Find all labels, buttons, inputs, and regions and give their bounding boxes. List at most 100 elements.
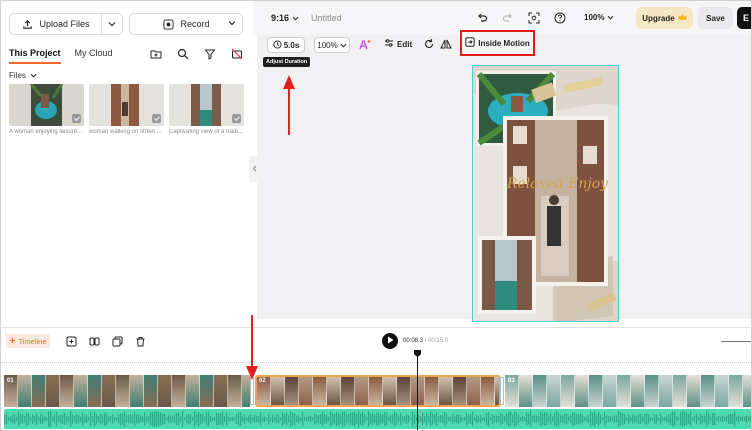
waveform-bar xyxy=(94,411,96,427)
clip-frame xyxy=(32,375,46,407)
record-button[interactable]: Record xyxy=(129,13,243,35)
waveform-bar xyxy=(666,415,668,423)
waveform-bar xyxy=(390,415,392,423)
trash-icon[interactable] xyxy=(134,335,147,348)
help-icon[interactable] xyxy=(553,11,566,24)
screen-capture-icon[interactable] xyxy=(527,11,540,24)
audio-track[interactable] xyxy=(4,409,751,429)
project-title[interactable]: Untitled xyxy=(311,13,342,23)
waveform-bar xyxy=(610,415,612,423)
waveform-bar xyxy=(336,411,338,427)
waveform-bar xyxy=(462,417,464,421)
tab-my-cloud[interactable]: My Cloud xyxy=(75,48,113,64)
transition-handle[interactable] xyxy=(250,377,254,405)
video-preview[interactable]: Relaxed Enjoy xyxy=(472,65,619,322)
waveform-bar xyxy=(486,412,488,426)
checkbox-icon[interactable] xyxy=(152,114,161,123)
upload-files-button[interactable]: Upload Files xyxy=(9,13,123,35)
waveform-bar xyxy=(724,417,726,421)
waveform-bar xyxy=(158,411,160,427)
play-button[interactable] xyxy=(382,333,398,349)
split-icon[interactable] xyxy=(88,335,101,348)
waveform-bar xyxy=(26,412,28,426)
media-thumbnail[interactable] xyxy=(89,84,164,126)
search-icon[interactable] xyxy=(176,47,189,60)
waveform-bar xyxy=(78,415,80,423)
aspect-ratio-selector[interactable]: 9:16 xyxy=(271,13,299,23)
export-button[interactable]: E xyxy=(737,7,751,29)
clip-frame xyxy=(589,375,603,407)
add-clip-icon[interactable] xyxy=(65,335,78,348)
duplicate-icon[interactable] xyxy=(111,335,124,348)
waveform-bar xyxy=(364,414,366,424)
inside-motion-button[interactable]: Inside Motion xyxy=(460,30,535,56)
checkbox-icon[interactable] xyxy=(72,114,81,123)
checkbox-icon[interactable] xyxy=(232,114,241,123)
waveform-bar xyxy=(38,416,40,422)
current-time: 00:08.3 xyxy=(403,338,424,344)
ai-tools-icon[interactable] xyxy=(358,38,372,52)
timeline-clip[interactable] xyxy=(4,375,250,407)
waveform-bar xyxy=(60,414,62,424)
waveform-bar xyxy=(16,416,18,422)
waveform-bar xyxy=(414,414,416,424)
waveform-bar xyxy=(524,416,526,422)
clip-frame xyxy=(327,377,341,405)
redo-icon[interactable] xyxy=(501,11,514,24)
media-thumbnail[interactable] xyxy=(169,84,244,126)
save-button[interactable]: Save xyxy=(698,7,733,29)
waveform-bar xyxy=(268,413,270,425)
upload-dropdown-toggle[interactable] xyxy=(102,14,122,34)
waveform-bar xyxy=(140,415,142,423)
waveform-bar xyxy=(494,415,496,423)
waveform-bar xyxy=(464,417,466,421)
waveform-bar xyxy=(596,414,598,424)
upgrade-button[interactable]: Upgrade xyxy=(636,7,693,29)
waveform-bar xyxy=(234,417,236,421)
clip-frame xyxy=(603,375,617,407)
waveform-bar xyxy=(304,416,306,422)
waveform-bar xyxy=(556,411,558,427)
transition-handle[interactable] xyxy=(500,377,504,405)
waveform-bar xyxy=(380,414,382,424)
filter-icon[interactable] xyxy=(203,47,216,60)
hide-unused-icon[interactable] xyxy=(230,47,243,60)
waveform-bar xyxy=(388,417,390,421)
collage-preview-image xyxy=(473,66,618,321)
waveform-bar xyxy=(210,415,212,423)
waveform-bar xyxy=(546,412,548,426)
flip-icon[interactable] xyxy=(440,38,452,53)
clock-icon xyxy=(273,39,282,51)
timeline-ruler[interactable] xyxy=(1,353,751,363)
rotate-icon[interactable] xyxy=(424,38,435,53)
waveform-bar xyxy=(664,416,666,422)
waveform-bar xyxy=(508,411,510,427)
timeline-zoom-slider[interactable] xyxy=(721,341,751,342)
files-section-header[interactable]: Files xyxy=(9,71,37,80)
waveform-bar xyxy=(482,417,484,421)
waveform-bar xyxy=(500,412,502,426)
canvas-zoom-selector[interactable]: 100% xyxy=(314,37,350,53)
clip-frame xyxy=(116,375,130,407)
waveform-bar xyxy=(188,413,190,425)
timeline-clip[interactable] xyxy=(505,375,751,407)
media-thumbnail[interactable] xyxy=(9,84,84,126)
playhead[interactable] xyxy=(417,351,418,430)
waveform-bar xyxy=(36,413,38,425)
edit-button[interactable]: Edit xyxy=(384,38,412,50)
waveform-bar xyxy=(170,415,172,423)
adjust-duration-button[interactable]: 5.0s xyxy=(267,37,305,53)
undo-icon[interactable] xyxy=(475,11,488,24)
waveform-bar xyxy=(710,416,712,422)
new-folder-icon[interactable] xyxy=(149,47,162,60)
chevron-down-icon[interactable] xyxy=(228,18,236,28)
waveform-bar xyxy=(112,414,114,424)
zoom-selector[interactable]: 100% xyxy=(584,13,614,22)
timeline-clip-selected[interactable] xyxy=(255,375,501,407)
timeline-tab[interactable]: Timeline xyxy=(6,334,50,348)
tab-this-project[interactable]: This Project xyxy=(9,48,61,64)
clip-frame xyxy=(186,375,200,407)
waveform-bar xyxy=(652,417,654,421)
waveform-bar xyxy=(362,412,364,426)
clip-number: 01 xyxy=(7,378,14,384)
